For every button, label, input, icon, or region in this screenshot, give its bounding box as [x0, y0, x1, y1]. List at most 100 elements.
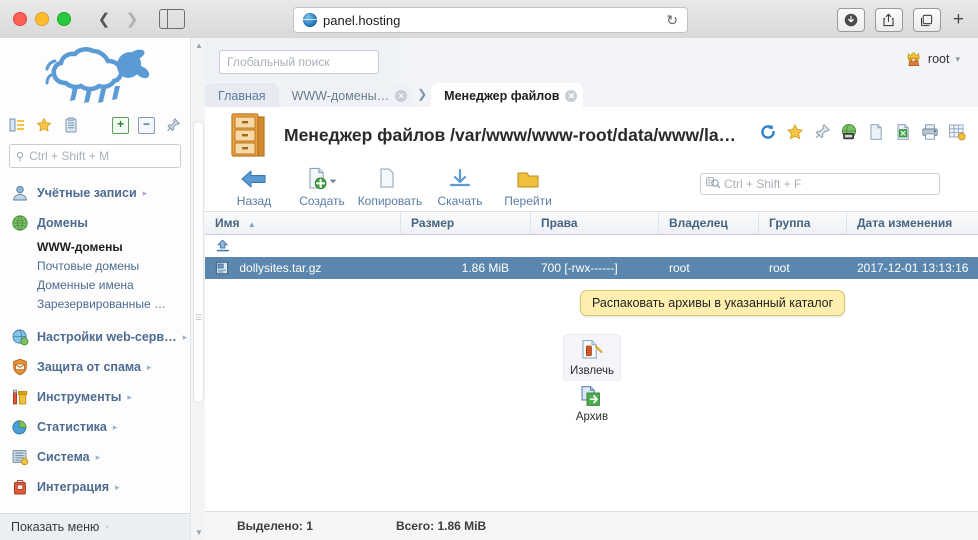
- show-tabs-icon[interactable]: [912, 8, 941, 32]
- sidebar-item-web-settings[interactable]: Настройки web-серв… ▸: [0, 322, 190, 352]
- status-selected: Выделено: 1: [237, 519, 313, 533]
- scroll-down-icon[interactable]: ▼: [195, 528, 203, 537]
- downloads-icon[interactable]: [836, 8, 865, 32]
- url-text: panel.hosting: [323, 12, 401, 28]
- sidebar-item-label: Статистика: [37, 420, 107, 434]
- star-icon[interactable]: [786, 123, 804, 141]
- sidebar-submenu-domains: WWW-домены Почтовые домены Доменные имен…: [0, 238, 190, 314]
- zoom-window-button[interactable]: [57, 12, 71, 26]
- user-menu[interactable]: root ▾: [905, 49, 960, 69]
- tab-file-manager[interactable]: Менеджер файлов ✕: [431, 83, 584, 108]
- web-icon[interactable]: [840, 123, 858, 141]
- file-cabinet-icon: [226, 112, 270, 158]
- print-icon[interactable]: [921, 123, 939, 141]
- table-header-row: Имя ▲ Размер Права Владелец Группа Дата …: [205, 211, 978, 235]
- sidebar-subitem-mail-domains[interactable]: Почтовые домены: [37, 257, 190, 276]
- page-header-icons: [759, 123, 966, 141]
- sidebar-toggle-icon[interactable]: [159, 9, 185, 29]
- column-header-group[interactable]: Группа: [759, 212, 847, 234]
- file-name: dollysites.tar.gz: [239, 261, 322, 275]
- column-header-name[interactable]: Имя ▲: [205, 212, 401, 234]
- spam-shield-icon: [11, 358, 29, 376]
- minimize-window-button[interactable]: [35, 12, 49, 26]
- back-button[interactable]: Назад: [221, 165, 287, 208]
- sidebar-subitem-www-domains[interactable]: WWW-домены: [37, 238, 190, 257]
- reload-icon[interactable]: ↻: [666, 12, 678, 29]
- download-button-label: Скачать: [437, 194, 483, 208]
- site-globe-icon: [303, 13, 317, 27]
- star-icon[interactable]: [35, 116, 53, 134]
- global-search-input[interactable]: Глобальный поиск: [219, 50, 379, 74]
- address-bar[interactable]: panel.hosting ↻: [293, 7, 688, 33]
- close-icon[interactable]: ✕: [565, 89, 578, 102]
- show-menu-button[interactable]: Показать меню ·: [0, 513, 190, 540]
- sidebar-search-input[interactable]: ⚲ Ctrl + Shift + M: [9, 144, 181, 168]
- tab-main[interactable]: Главная: [205, 83, 279, 108]
- sidebar-search-placeholder: Ctrl + Shift + M: [29, 149, 110, 163]
- page-title: Менеджер файлов /var/www/www-root/data/w…: [284, 124, 737, 145]
- close-icon[interactable]: ✕: [395, 89, 408, 102]
- dropdown-item-archive[interactable]: Архив: [564, 381, 620, 427]
- sidebar-item-statistics[interactable]: Статистика ▸: [0, 412, 190, 442]
- file-search-input[interactable]: Ctrl + Shift + F: [700, 173, 940, 195]
- pin-icon[interactable]: [813, 123, 831, 141]
- sidebar-item-system[interactable]: Система ▸: [0, 442, 190, 472]
- excel-icon[interactable]: [894, 123, 912, 141]
- parent-directory-icon: [215, 238, 231, 257]
- globe-icon: [11, 214, 29, 232]
- table-settings-icon[interactable]: [948, 123, 966, 141]
- column-header-date[interactable]: Дата изменения: [847, 212, 978, 234]
- tab-label: Главная: [218, 88, 266, 103]
- tools-icon: [11, 388, 29, 406]
- column-header-owner[interactable]: Владелец: [659, 212, 759, 234]
- sidebar-item-accounts[interactable]: Учётные записи ▸: [0, 178, 190, 208]
- table-row-parent-directory[interactable]: [205, 235, 978, 257]
- sidebar-item-tools[interactable]: Инструменты ▸: [0, 382, 190, 412]
- column-header-permissions[interactable]: Права: [531, 212, 659, 234]
- dropdown-item-extract[interactable]: Извлечь: [564, 335, 620, 381]
- expand-all-icon[interactable]: +: [112, 116, 129, 134]
- close-window-button[interactable]: [13, 12, 27, 26]
- scroll-up-icon[interactable]: ▲: [195, 41, 203, 50]
- sidebar-item-spam-protection[interactable]: Защита от спама ▸: [0, 352, 190, 382]
- copy-button[interactable]: Копировать: [357, 165, 423, 208]
- back-chevron-icon[interactable]: ❮: [91, 8, 117, 30]
- tab-www-domains[interactable]: WWW-домены… ✕: [278, 83, 414, 108]
- sort-asc-icon: ▲: [247, 220, 256, 229]
- sidebar-splitter-grip[interactable]: ☰: [195, 314, 202, 322]
- app-screen: ❮ ❯ panel.hosting ↻ + + − ⚲ Ctrl + Shift…: [0, 0, 978, 540]
- clipboard-icon[interactable]: [62, 116, 80, 134]
- table-row[interactable]: dollysites.tar.gz 1.86 MiB 700 [-rwx----…: [205, 257, 978, 279]
- pin-icon[interactable]: [164, 116, 182, 134]
- chevron-right-icon: ▸: [182, 331, 188, 342]
- goto-button[interactable]: Перейти: [495, 165, 561, 208]
- sidebar-item-domains[interactable]: Домены: [0, 208, 190, 238]
- refresh-icon[interactable]: [759, 123, 777, 141]
- document-icon[interactable]: [867, 123, 885, 141]
- column-header-size[interactable]: Размер: [401, 212, 531, 234]
- crown-user-icon: [905, 49, 922, 69]
- panel-topbar: Глобальный поиск root ▾: [205, 38, 978, 86]
- sidebar-item-label: Система: [37, 450, 90, 464]
- status-total: Всего: 1.86 MiB: [395, 519, 487, 533]
- create-button-label: Создать: [299, 194, 345, 208]
- download-button[interactable]: Скачать: [427, 165, 493, 208]
- column-label: Имя: [215, 216, 240, 230]
- dropdown-item-label: Архив: [575, 411, 609, 423]
- sidebar-scrollbar-thumb[interactable]: [194, 122, 203, 402]
- forward-chevron-icon[interactable]: ❯: [119, 8, 145, 30]
- create-button[interactable]: Создать: [289, 165, 355, 208]
- share-icon[interactable]: [874, 8, 903, 32]
- sidebar-subitem-reserved[interactable]: Зарезервированные …: [37, 295, 190, 314]
- sidebar-subitem-domain-names[interactable]: Доменные имена: [37, 276, 190, 295]
- sidebar-item-integration[interactable]: Интеграция ▸: [0, 472, 190, 502]
- sidebar-scrollbar[interactable]: ▲ ☰ ▼: [190, 38, 206, 540]
- web-settings-icon: [11, 328, 29, 346]
- create-archive-icon: [579, 385, 605, 409]
- collapse-all-icon[interactable]: −: [138, 116, 155, 134]
- integration-icon: [11, 478, 29, 496]
- new-tab-icon[interactable]: +: [953, 9, 964, 31]
- dropdown-item-label: Извлечь: [569, 365, 615, 377]
- tree-view-icon[interactable]: [8, 116, 26, 134]
- tooltip: Распаковать архивы в указанный каталог: [580, 290, 846, 316]
